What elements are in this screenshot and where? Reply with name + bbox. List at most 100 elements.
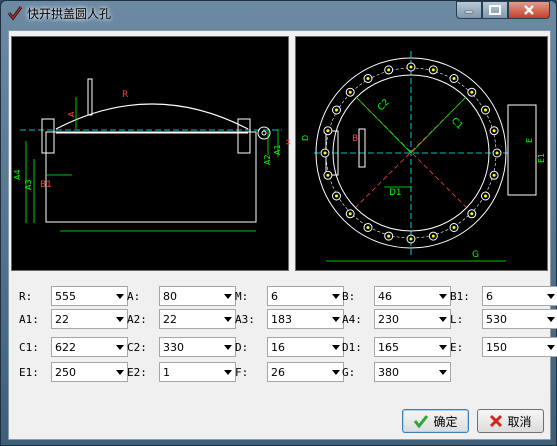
dropdown-arrow-icon[interactable] <box>113 310 127 328</box>
param-a-label: A: <box>127 289 141 303</box>
param-g-label: G: <box>342 365 356 379</box>
dropdown-arrow-icon[interactable] <box>113 363 127 381</box>
dropdown-arrow-icon[interactable] <box>113 287 127 305</box>
red-x-icon <box>490 414 503 428</box>
param-d1-combobox[interactable]: 165 <box>374 337 451 357</box>
param-e1-combobox[interactable]: 250 <box>51 362 128 382</box>
bolt-center <box>326 129 330 133</box>
param-a: A: 80 <box>127 286 236 306</box>
label-A4: A4 <box>13 169 22 180</box>
bolt-center <box>492 129 496 133</box>
ok-button[interactable]: 确定 <box>402 409 469 433</box>
param-c2: C2: 330 <box>127 337 236 357</box>
param-b-combobox[interactable]: 46 <box>374 286 451 306</box>
param-c2-value: 330 <box>163 340 184 354</box>
param-e2: E2: 1 <box>127 362 236 382</box>
dropdown-arrow-icon[interactable] <box>329 363 343 381</box>
param-a3: A3: 183 <box>235 309 344 329</box>
param-e: E: 150 <box>450 337 557 357</box>
param-d-combobox[interactable]: 16 <box>267 337 344 357</box>
dropdown-arrow-icon[interactable] <box>113 338 127 356</box>
bolt-center <box>484 108 487 112</box>
param-a1-combobox[interactable]: 22 <box>51 309 128 329</box>
param-b1-combobox[interactable]: 6 <box>482 286 557 306</box>
param-r-combobox[interactable]: 555 <box>51 286 128 306</box>
maximize-button[interactable] <box>482 1 508 19</box>
param-g: G: 380 <box>342 362 451 382</box>
param-b-label: B: <box>342 289 356 303</box>
label-A: A <box>67 111 76 117</box>
param-e2-label: E2: <box>127 365 147 379</box>
dropdown-arrow-icon[interactable] <box>436 310 450 328</box>
bolt-center <box>326 173 330 177</box>
param-e-label: E: <box>450 340 464 354</box>
bolt-center <box>366 226 370 229</box>
label-D1: D1 <box>389 188 402 198</box>
dropdown-arrow-icon[interactable] <box>544 310 557 328</box>
bolt-center <box>495 151 499 155</box>
minimize-icon <box>464 10 474 14</box>
bolt-center <box>366 77 370 80</box>
cancel-button[interactable]: 取消 <box>477 409 544 433</box>
param-e1: E1: 250 <box>19 362 128 382</box>
dropdown-arrow-icon[interactable] <box>329 287 343 305</box>
param-e2-value: 1 <box>163 365 170 379</box>
bolt-center <box>492 173 496 177</box>
param-d1-label: D1: <box>342 340 362 354</box>
param-m-combobox[interactable]: 6 <box>267 286 344 306</box>
param-a4-combobox[interactable]: 230 <box>374 309 451 329</box>
bolt-center <box>409 237 413 241</box>
bolt-center <box>348 90 352 94</box>
param-c2-combobox[interactable]: 330 <box>159 337 236 357</box>
param-c1: C1: 622 <box>19 337 128 357</box>
dropdown-arrow-icon[interactable] <box>436 363 450 381</box>
dropdown-arrow-icon[interactable] <box>544 338 557 356</box>
close-button[interactable] <box>508 1 550 19</box>
param-e-value: 150 <box>486 340 507 354</box>
green-check-icon <box>414 415 429 428</box>
param-f-combobox[interactable]: 26 <box>267 362 344 382</box>
bolt-center <box>452 226 456 229</box>
param-g-value: 380 <box>378 365 399 379</box>
label-C2: C2 <box>376 98 392 114</box>
param-a1: A1: 22 <box>19 309 128 329</box>
param-a2: A2: 22 <box>127 309 236 329</box>
dropdown-arrow-icon[interactable] <box>329 338 343 356</box>
dropdown-arrow-icon[interactable] <box>436 338 450 356</box>
param-a-value: 80 <box>163 289 177 303</box>
title-bar[interactable]: 快开拱盖圆人孔 <box>1 1 556 25</box>
param-c1-value: 622 <box>55 340 76 354</box>
dropdown-arrow-icon[interactable] <box>436 287 450 305</box>
dropdown-arrow-icon[interactable] <box>544 287 557 305</box>
param-e-combobox[interactable]: 150 <box>482 337 557 357</box>
param-b1: B1: 6 <box>450 286 557 306</box>
dropdown-arrow-icon[interactable] <box>221 338 235 356</box>
param-g-combobox[interactable]: 380 <box>374 362 451 382</box>
dropdown-arrow-icon[interactable] <box>329 310 343 328</box>
dropdown-arrow-icon[interactable] <box>221 287 235 305</box>
param-a-combobox[interactable]: 80 <box>159 286 236 306</box>
label-H: H <box>285 139 290 145</box>
minimize-button[interactable] <box>456 1 482 19</box>
label-A2: A2 <box>263 154 272 165</box>
label-D: D <box>301 135 310 141</box>
param-e1-label: E1: <box>19 365 39 379</box>
param-a3-value: 183 <box>271 312 292 326</box>
param-m-label: M: <box>235 289 249 303</box>
param-l-combobox[interactable]: 530 <box>482 309 557 329</box>
param-a3-combobox[interactable]: 183 <box>267 309 344 329</box>
label-E: E <box>525 138 534 143</box>
param-e2-combobox[interactable]: 1 <box>159 362 236 382</box>
param-c2-label: C2: <box>127 340 147 354</box>
bolt-center <box>348 212 352 216</box>
bolt-center <box>484 194 487 198</box>
param-d-value: 16 <box>271 340 285 354</box>
param-c1-combobox[interactable]: 622 <box>51 337 128 357</box>
dropdown-arrow-icon[interactable] <box>221 363 235 381</box>
bolt-center <box>431 234 435 238</box>
dropdown-arrow-icon[interactable] <box>221 310 235 328</box>
param-d1-value: 165 <box>378 340 399 354</box>
param-d-label: D: <box>235 340 249 354</box>
param-b: B: 46 <box>342 286 451 306</box>
param-a2-combobox[interactable]: 22 <box>159 309 236 329</box>
